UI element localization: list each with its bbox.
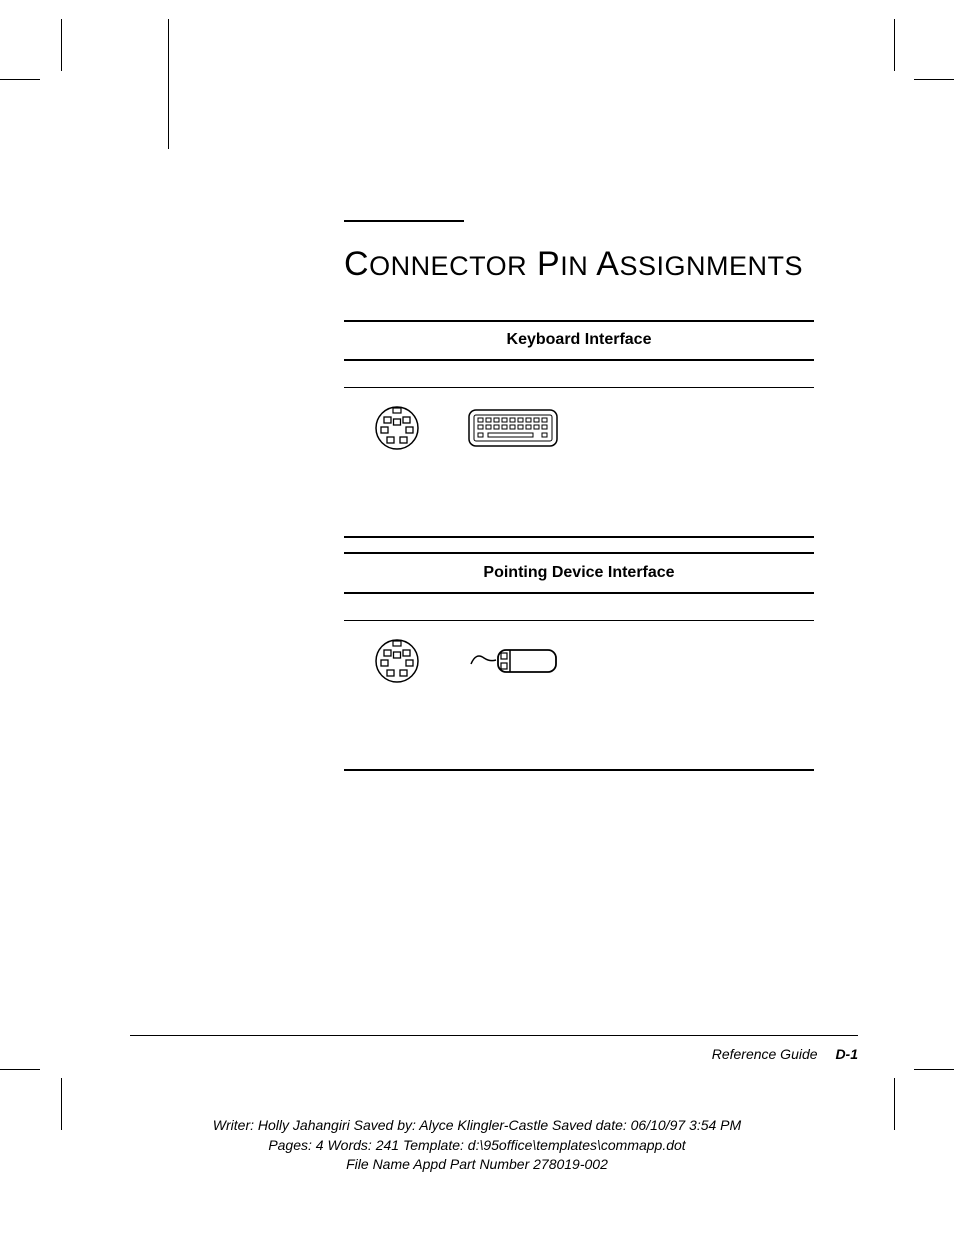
section-pointing-device: Pointing Device Interface xyxy=(344,564,814,771)
crop-mark xyxy=(0,1069,40,1070)
mouse-icon xyxy=(468,644,560,678)
meta-line: Writer: Holly Jahangiri Saved by: Alyce … xyxy=(0,1116,954,1136)
section-heading: Pointing Device Interface xyxy=(344,564,814,582)
section-rule xyxy=(344,552,814,554)
section-heading: Keyboard Interface xyxy=(344,331,814,349)
ps2-connector-icon xyxy=(374,639,420,683)
meta-line: File Name Appd Part Number 278019-002 xyxy=(0,1155,954,1175)
footer-page: D-1 xyxy=(835,1046,858,1062)
crop-mark xyxy=(0,79,40,80)
crop-mark xyxy=(894,19,895,71)
keyboard-icon xyxy=(468,409,558,447)
page-title: CONNECTOR PIN ASSIGNMENTS xyxy=(344,245,858,284)
ps2-connector-icon xyxy=(374,406,420,450)
section-keyboard: Keyboard Interface xyxy=(344,320,814,538)
meta-line: Pages: 4 Words: 241 Template: d:\95offic… xyxy=(0,1136,954,1156)
footer-guide: Reference Guide xyxy=(712,1046,818,1062)
crop-mark xyxy=(61,19,62,71)
crop-mark xyxy=(914,79,954,80)
footer: Reference Guide D-1 xyxy=(130,1035,858,1062)
document-metadata: Writer: Holly Jahangiri Saved by: Alyce … xyxy=(0,1116,954,1175)
crop-mark xyxy=(914,1069,954,1070)
